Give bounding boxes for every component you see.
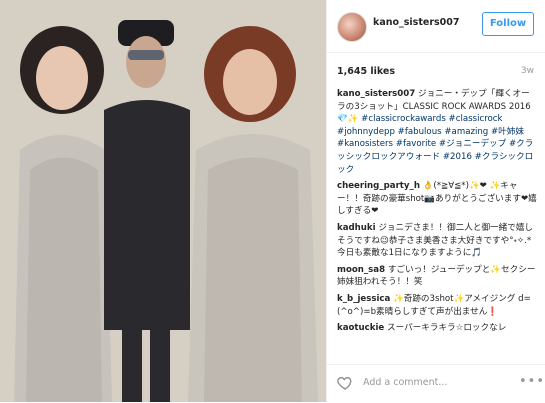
comment-tags[interactable]: #classicrockawards #classicrock #johnnyd… [337,114,533,174]
comment-user[interactable]: kaotuckie [337,323,384,333]
comment-bar: Add a comment... ••• [327,364,545,403]
post-sidebar: kano_sisters007 Follow 1,645 likes 3w ka… [326,0,545,402]
add-comment-input[interactable]: Add a comment... [363,377,447,388]
post-photo[interactable] [0,0,326,402]
comment-user[interactable]: k_b_jessica [337,294,390,304]
comment-item: kadhuki ジョニデさま！！御二人と御一緒で嬉しそうですね😉恭子さま美香さま… [337,222,537,260]
comment-user[interactable]: cheering_party_h [337,181,420,191]
comment-item: kano_sisters007 ジョニー・デップ「輝くオーラの3ショット」CLA… [337,88,537,176]
comments-list: kano_sisters007 ジョニー・デップ「輝くオーラの3ショット」CLA… [337,88,537,364]
comment-user[interactable]: moon_sa8 [337,265,385,275]
comment-item: cheering_party_h 👌(*≧∀≦*)✨❤ ✨キャー！！奇跡の豪華s… [337,180,537,218]
photo-illustration [0,0,326,402]
comment-item: k_b_jessica ✨奇跡の3shot✨アメイジング d=(^o^)=b素晴… [337,293,537,318]
post-header: kano_sisters007 Follow [327,0,545,53]
comment-user[interactable]: kano_sisters007 [337,89,415,99]
comment-user[interactable]: kadhuki [337,223,376,233]
more-dots-icon[interactable]: ••• [519,374,545,389]
comment-item: kaotuckie スーパーキラキラ☆ロックなレ [337,322,537,335]
likes-count[interactable]: 1,645 likes [337,66,395,77]
comment-item: moon_sa8 すごいっ！ジューデップと✨セクシー姉妹狙われそう！！笑 [337,264,537,289]
avatar[interactable] [337,12,367,42]
heart-outline-icon[interactable] [337,375,353,391]
post-age: 3w [520,66,534,76]
username[interactable]: kano_sisters007 [373,17,460,28]
follow-button[interactable]: Follow [482,12,534,36]
comment-text: スーパーキラキラ☆ロックなレ [386,323,507,334]
